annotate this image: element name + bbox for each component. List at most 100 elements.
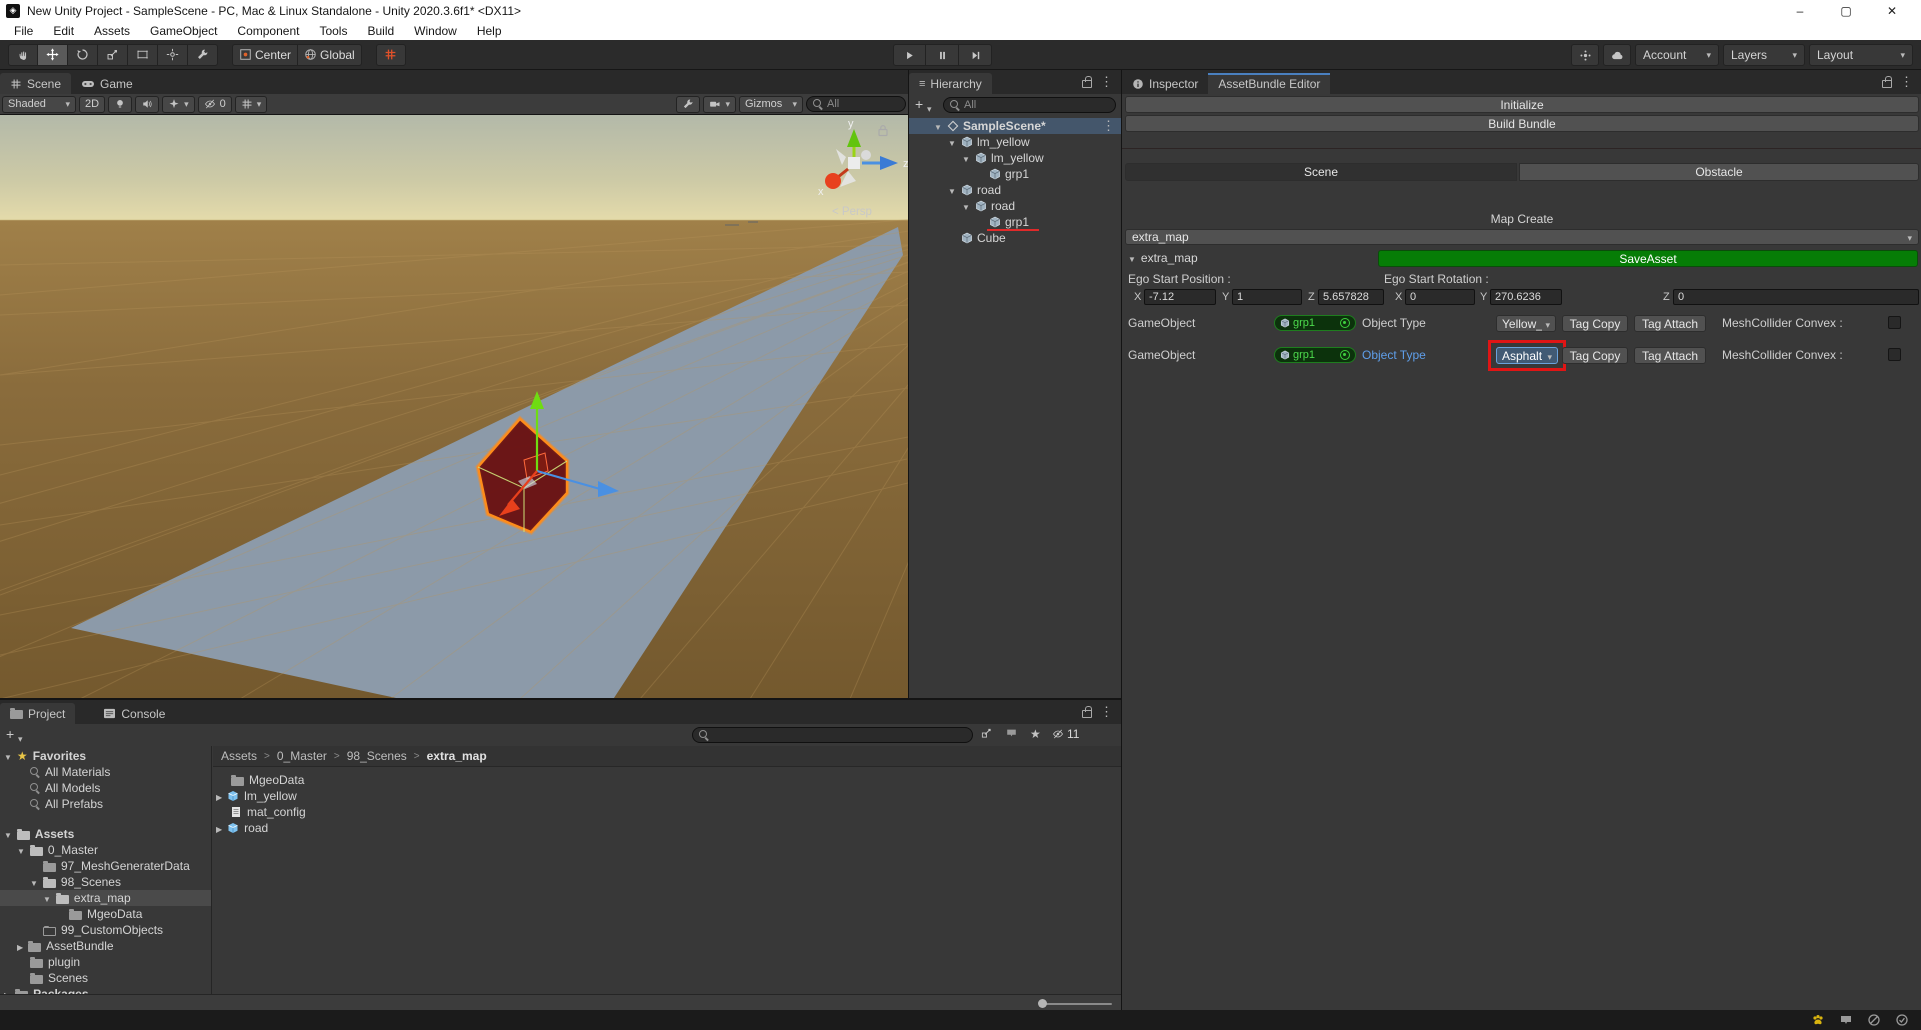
create-asset-button[interactable]: [6, 726, 14, 742]
foldout-icon[interactable]: [30, 875, 38, 889]
asset-mat-config[interactable]: mat_config: [213, 804, 1121, 820]
project-search-input[interactable]: [692, 727, 973, 743]
create-object-chevron[interactable]: [927, 101, 932, 115]
thumbnail-zoom-knob[interactable]: [1038, 999, 1047, 1008]
no-activity-icon[interactable]: [1867, 1013, 1881, 1027]
panel-menu-icon[interactable]: [1100, 704, 1113, 720]
foldout-icon[interactable]: [43, 891, 51, 905]
asset-road[interactable]: road: [213, 820, 1121, 836]
breadcrumb-extra-map[interactable]: extra_map: [427, 749, 487, 763]
hierarchy-row-road[interactable]: road: [909, 182, 1121, 198]
hierarchy-search-input[interactable]: All: [943, 97, 1116, 113]
tree-99-customobjects[interactable]: 99_CustomObjects: [0, 922, 211, 938]
obstacle-segment-tab[interactable]: Obstacle: [1519, 163, 1919, 181]
scene-camera-dropdown[interactable]: [703, 96, 736, 113]
hierarchy-row-road-child[interactable]: road: [909, 198, 1121, 214]
scale-tool-icon[interactable]: [98, 44, 128, 66]
scene-segment-tab[interactable]: Scene: [1125, 163, 1517, 181]
scene-tools-icon[interactable]: [676, 96, 700, 113]
saved-search-star-icon[interactable]: [1030, 727, 1041, 741]
expand-icon[interactable]: [216, 821, 222, 835]
pos-z-field[interactable]: 5.657828: [1318, 289, 1384, 305]
layout-dropdown[interactable]: Layout: [1809, 44, 1913, 66]
tree-mgeodata[interactable]: MgeoData: [0, 906, 211, 922]
scene-search-input[interactable]: All: [806, 96, 906, 112]
shading-mode-dropdown[interactable]: Shaded: [2, 96, 76, 113]
hierarchy-row-lm-yellow[interactable]: lm_yellow: [909, 134, 1121, 150]
search-by-type-icon[interactable]: [980, 727, 993, 742]
favorite-all-prefabs[interactable]: All Prefabs: [0, 796, 211, 812]
foldout-closed-icon[interactable]: [17, 939, 23, 953]
tree-plugin[interactable]: plugin: [0, 954, 211, 970]
pause-button[interactable]: [926, 44, 959, 66]
rotate-tool-icon[interactable]: [68, 44, 98, 66]
gameobject-object-field[interactable]: grp1: [1274, 315, 1356, 331]
progress-check-icon[interactable]: [1895, 1013, 1909, 1027]
breadcrumb-assets[interactable]: Assets: [221, 749, 257, 763]
meshcollider-convex-checkbox[interactable]: [1888, 348, 1901, 361]
initialize-button[interactable]: Initialize: [1125, 96, 1919, 113]
scene-grid-dropdown[interactable]: [235, 96, 268, 113]
rot-z-field[interactable]: 0: [1673, 289, 1919, 305]
tab-game[interactable]: Game: [71, 73, 143, 94]
foldout-closed-icon[interactable]: [4, 987, 10, 994]
map-foldout[interactable]: extra_map: [1128, 251, 1198, 265]
tag-copy-button[interactable]: Tag Copy: [1562, 347, 1628, 364]
pos-y-field[interactable]: 1: [1232, 289, 1302, 305]
tab-project[interactable]: Project: [0, 703, 75, 724]
close-button[interactable]: ✕: [1869, 0, 1915, 21]
play-button[interactable]: [893, 44, 926, 66]
foldout-icon[interactable]: [947, 183, 957, 197]
object-type-dropdown-asphalt[interactable]: Asphalt: [1496, 347, 1558, 364]
menu-tools[interactable]: Tools: [309, 21, 357, 40]
foldout-icon[interactable]: [4, 749, 12, 763]
tree-scenes[interactable]: Scenes: [0, 970, 211, 986]
hierarchy-row-grp1[interactable]: grp1: [909, 166, 1121, 182]
tree-assets[interactable]: Assets: [0, 826, 211, 842]
pivot-global-toggle[interactable]: Global: [298, 44, 362, 66]
lock-icon[interactable]: [1882, 80, 1892, 88]
favorite-all-models[interactable]: All Models: [0, 780, 211, 796]
foldout-icon[interactable]: [933, 119, 943, 133]
scene-visibility-toggle[interactable]: 0: [198, 96, 232, 113]
maximize-button[interactable]: ▢: [1823, 0, 1869, 21]
tab-hierarchy[interactable]: ≡ Hierarchy: [909, 73, 992, 94]
tag-copy-button[interactable]: Tag Copy: [1562, 315, 1628, 332]
hierarchy-row-cube[interactable]: Cube: [909, 230, 1121, 246]
foldout-icon[interactable]: [947, 135, 957, 149]
hierarchy-row-samplescene[interactable]: SampleScene*: [909, 118, 1121, 134]
rot-x-field[interactable]: 0: [1405, 289, 1475, 305]
step-button[interactable]: [959, 44, 992, 66]
lock-icon[interactable]: [1082, 80, 1092, 88]
toggle-2d-button[interactable]: 2D: [79, 96, 105, 113]
cloud-icon[interactable]: [1603, 44, 1631, 66]
tree-assetbundle[interactable]: AssetBundle: [0, 938, 211, 954]
menu-build[interactable]: Build: [357, 21, 404, 40]
tree-packages[interactable]: Packages: [0, 986, 211, 994]
scene-effects-dropdown[interactable]: [162, 96, 195, 113]
menu-window[interactable]: Window: [404, 21, 467, 40]
breadcrumb-98-scenes[interactable]: 98_Scenes: [347, 749, 407, 763]
tree-98-scenes[interactable]: 98_Scenes: [0, 874, 211, 890]
layers-dropdown[interactable]: Layers: [1723, 44, 1805, 66]
foldout-icon[interactable]: [4, 827, 12, 841]
scene-options-icon[interactable]: [1102, 118, 1115, 134]
foldout-icon[interactable]: [961, 199, 971, 213]
account-dropdown[interactable]: Account: [1635, 44, 1719, 66]
minimize-button[interactable]: –: [1777, 0, 1823, 21]
rect-tool-icon[interactable]: [128, 44, 158, 66]
foldout-icon[interactable]: [961, 151, 971, 165]
search-by-label-icon[interactable]: [1005, 727, 1018, 742]
lock-icon[interactable]: [1082, 710, 1092, 718]
hierarchy-row-lm-yellow-child[interactable]: lm_yellow: [909, 150, 1121, 166]
move-tool-icon[interactable]: [38, 44, 68, 66]
scene-audio-toggle[interactable]: [135, 96, 159, 113]
project-hidden-count[interactable]: 11: [1052, 727, 1079, 741]
rot-y-field[interactable]: 270.6236: [1490, 289, 1562, 305]
tree-extra-map-selected[interactable]: extra_map: [0, 890, 211, 906]
custom-tool-icon[interactable]: [188, 44, 218, 66]
tab-inspector[interactable]: Inspector: [1122, 73, 1208, 94]
asset-lm-yellow[interactable]: lm_yellow: [213, 788, 1121, 804]
menu-component[interactable]: Component: [227, 21, 309, 40]
create-asset-chevron[interactable]: [18, 731, 23, 745]
